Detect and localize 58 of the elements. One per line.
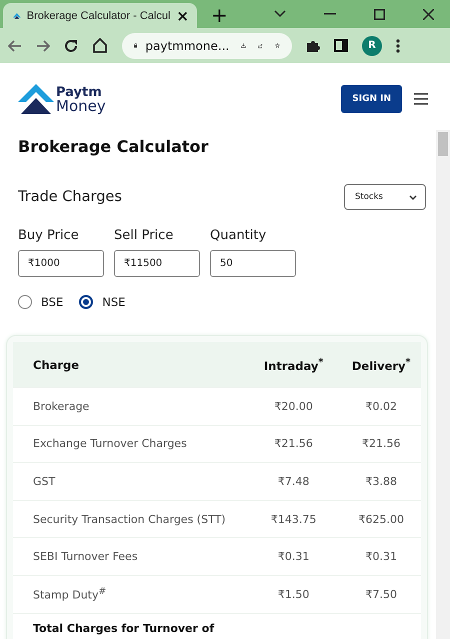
- field-label: Sell Price: [114, 228, 174, 243]
- field-label: Buy Price: [18, 228, 80, 243]
- chevron-down-icon: [409, 194, 417, 200]
- table-cell-text: ₹7.50: [364, 588, 398, 601]
- table-cell-text: ₹3.88: [364, 474, 398, 488]
- table-cell-text: ₹7.48: [276, 474, 310, 488]
- address-bar[interactable]: paytmmone...: [122, 32, 292, 58]
- menu-icon[interactable]: [414, 93, 428, 105]
- maximize-icon[interactable]: [374, 8, 385, 20]
- home-icon[interactable]: [92, 38, 108, 53]
- input-field[interactable]: 50: [210, 250, 296, 277]
- url-text: paytmmone...: [145, 38, 230, 52]
- sign-in-button[interactable]: SIGN IN: [341, 85, 402, 113]
- table-cell-text: ₹21.56: [273, 437, 314, 450]
- table-cell-text: ₹625.00: [357, 512, 405, 526]
- chevron-down-icon[interactable]: [274, 10, 286, 18]
- table-cell-text: ₹21.56: [360, 437, 402, 450]
- table-cell-text: ₹0.31: [276, 550, 310, 564]
- section-title: Trade Charges: [18, 189, 122, 205]
- reload-icon[interactable]: [64, 38, 78, 52]
- column-header: Intraday$^{*}$: [262, 356, 324, 372]
- field-label: Quantity: [210, 228, 268, 243]
- puzzle-icon[interactable]: [306, 38, 320, 52]
- exchange-radio[interactable]: BSE: [18, 295, 64, 309]
- table-cell-text: GST: [32, 474, 56, 488]
- sidebar-icon[interactable]: [334, 39, 348, 52]
- more-icon[interactable]: [396, 38, 400, 52]
- table-cell-text: Exchange Turnover Charges: [32, 437, 188, 450]
- profile-avatar[interactable]: R: [362, 36, 382, 56]
- table-cell-text: SEBI Turnover Fees: [32, 550, 139, 564]
- exchange-radio[interactable]: NSE: [79, 295, 126, 309]
- table-cell-text: ₹143.75: [270, 512, 318, 526]
- browser-tab[interactable]: Brokerage Calculator - Calcul ×: [3, 3, 197, 28]
- table-cell-text: Brokerage: [32, 400, 90, 413]
- table-cell-text: ₹1.50: [276, 588, 310, 601]
- table-cell-text: Total Charges for Turnover of: [32, 622, 216, 635]
- table-cell-text: ₹20.00: [273, 400, 314, 413]
- tab-title: Brokerage Calculator - Calcul: [26, 10, 170, 22]
- column-header: Delivery$^{*}$: [350, 356, 412, 372]
- close-icon[interactable]: [423, 8, 434, 20]
- column-header: Charge: [32, 358, 80, 372]
- table-cell-text: Security Transaction Charges (STT): [32, 512, 227, 526]
- new-tab-button[interactable]: +: [211, 4, 228, 26]
- minimize-icon[interactable]: [324, 13, 336, 15]
- table-cell-text: ₹0.31: [364, 550, 398, 564]
- table-cell-text: Stamp Duty$^{#}$: [32, 586, 108, 602]
- scrollbar[interactable]: [436, 130, 450, 639]
- page-title: Brokerage Calculator: [18, 137, 210, 156]
- input-field[interactable]: ₹1000: [18, 250, 104, 277]
- close-tab-button[interactable]: ×: [176, 6, 189, 24]
- logo-icon: [18, 84, 54, 114]
- table-cell-text: ₹0.02: [364, 400, 398, 413]
- logo-subtitle: Money: [56, 99, 106, 114]
- input-field[interactable]: ₹11500: [114, 250, 200, 277]
- forward-arrow-icon[interactable]: [36, 40, 50, 52]
- logo-wordmark: Paytm: [56, 86, 103, 99]
- segment-dropdown[interactable]: Stocks: [344, 184, 426, 210]
- back-arrow-icon[interactable]: [8, 40, 22, 52]
